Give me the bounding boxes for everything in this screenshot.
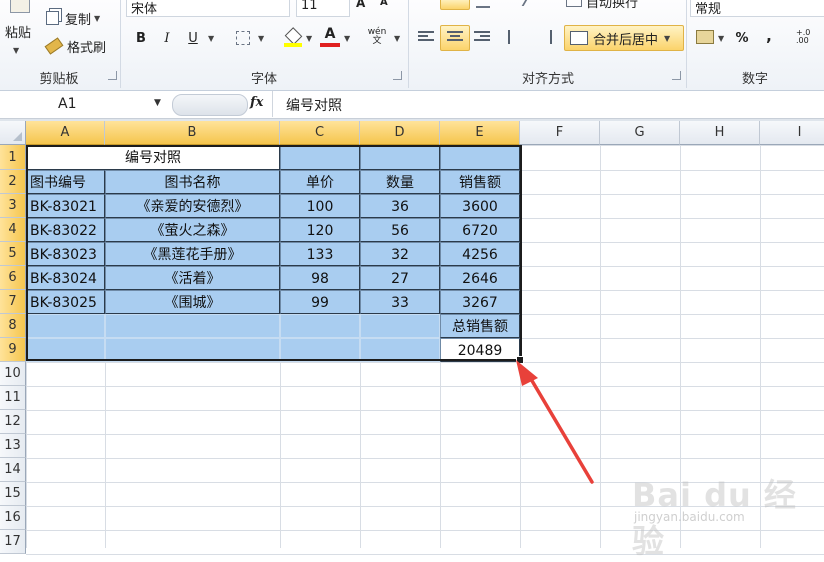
annotation-arrow bbox=[516, 360, 594, 484]
watermark-url: jingyan.baidu.com bbox=[634, 510, 745, 524]
